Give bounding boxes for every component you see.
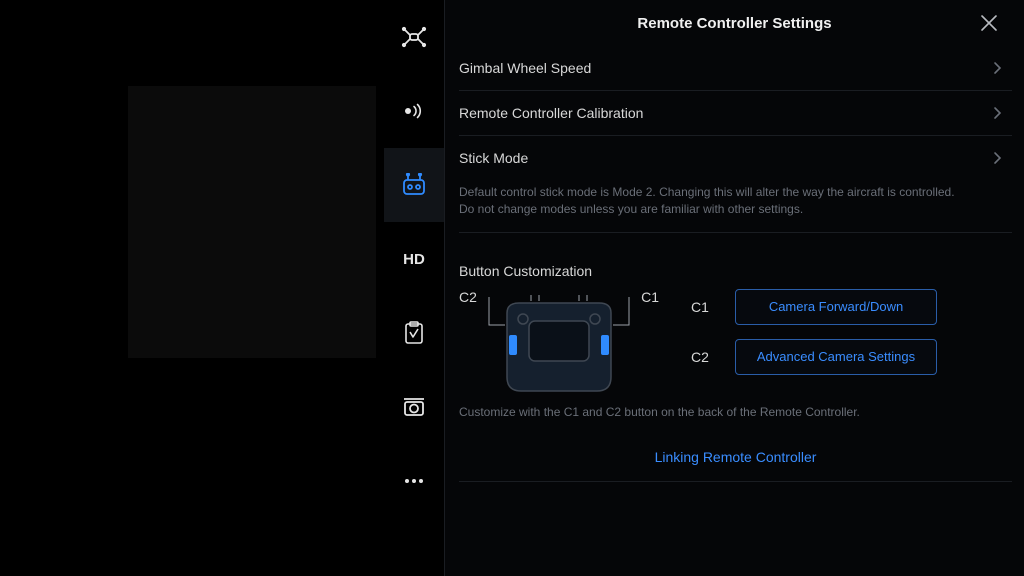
tab-battery[interactable] — [384, 296, 444, 370]
row-gimbal-wheel-speed[interactable]: Gimbal Wheel Speed — [459, 46, 1012, 91]
c2-assign-button[interactable]: Advanced Camera Settings — [735, 339, 937, 375]
c2-assign-label: Advanced Camera Settings — [757, 349, 915, 364]
remote-controller-icon — [401, 172, 427, 198]
button-customization-area: C2 C1 — [459, 289, 1012, 399]
drone-icon — [401, 24, 427, 50]
assign-key-c1: C1 — [691, 299, 719, 315]
row-label: Gimbal Wheel Speed — [459, 60, 591, 76]
camera-icon — [401, 394, 427, 420]
tab-more[interactable] — [384, 444, 444, 518]
app-stage: HD — [0, 0, 1024, 576]
hd-icon: HD — [403, 251, 425, 268]
chevron-right-icon — [992, 61, 1002, 75]
tab-signal[interactable] — [384, 74, 444, 148]
customization-hint: Customize with the C1 and C2 button on t… — [459, 405, 1012, 419]
linking-rc-link[interactable]: Linking Remote Controller — [459, 443, 1012, 482]
assign-row-c1: C1 Camera Forward/Down — [691, 289, 1012, 325]
row-rc-calibration[interactable]: Remote Controller Calibration — [459, 91, 1012, 136]
assign-row-c2: C2 Advanced Camera Settings — [691, 339, 1012, 375]
tab-aircraft[interactable] — [384, 0, 444, 74]
row-stick-mode[interactable]: Stick Mode — [459, 136, 1012, 180]
pane-title: Remote Controller Settings — [637, 15, 831, 32]
assign-key-c2: C2 — [691, 349, 719, 365]
assign-column: C1 Camera Forward/Down C2 Advanced Camer… — [691, 289, 1012, 375]
c1-assign-label: Camera Forward/Down — [769, 299, 903, 314]
close-icon — [978, 12, 1000, 34]
linking-rc-label: Linking Remote Controller — [655, 449, 817, 465]
rc-diagram-svg — [483, 295, 635, 395]
row-label: Stick Mode — [459, 150, 528, 166]
settings-rows: Gimbal Wheel Speed Remote Controller Cal… — [445, 46, 1024, 482]
signal-icon — [401, 98, 427, 124]
c1-assign-button[interactable]: Camera Forward/Down — [735, 289, 937, 325]
tab-remote-controller[interactable] — [384, 148, 444, 222]
more-icon — [401, 468, 427, 494]
stick-mode-description: Default control stick mode is Mode 2. Ch… — [459, 180, 1012, 233]
rc-diagram: C2 C1 — [459, 289, 659, 399]
close-button[interactable] — [978, 12, 1000, 34]
clipboard-icon — [401, 320, 427, 346]
camera-preview — [128, 86, 376, 358]
diagram-label-c1: C1 — [641, 289, 659, 305]
pane-header: Remote Controller Settings — [445, 0, 1024, 46]
tab-transmission[interactable]: HD — [384, 222, 444, 296]
section-title-button-customization: Button Customization — [459, 263, 1012, 279]
row-label: Remote Controller Calibration — [459, 105, 643, 121]
settings-pane: Remote Controller Settings Gimbal Wheel … — [445, 0, 1024, 576]
diagram-label-c2: C2 — [459, 289, 477, 305]
chevron-right-icon — [992, 151, 1002, 165]
chevron-right-icon — [992, 106, 1002, 120]
settings-icon-strip: HD — [384, 0, 444, 576]
tab-camera[interactable] — [384, 370, 444, 444]
